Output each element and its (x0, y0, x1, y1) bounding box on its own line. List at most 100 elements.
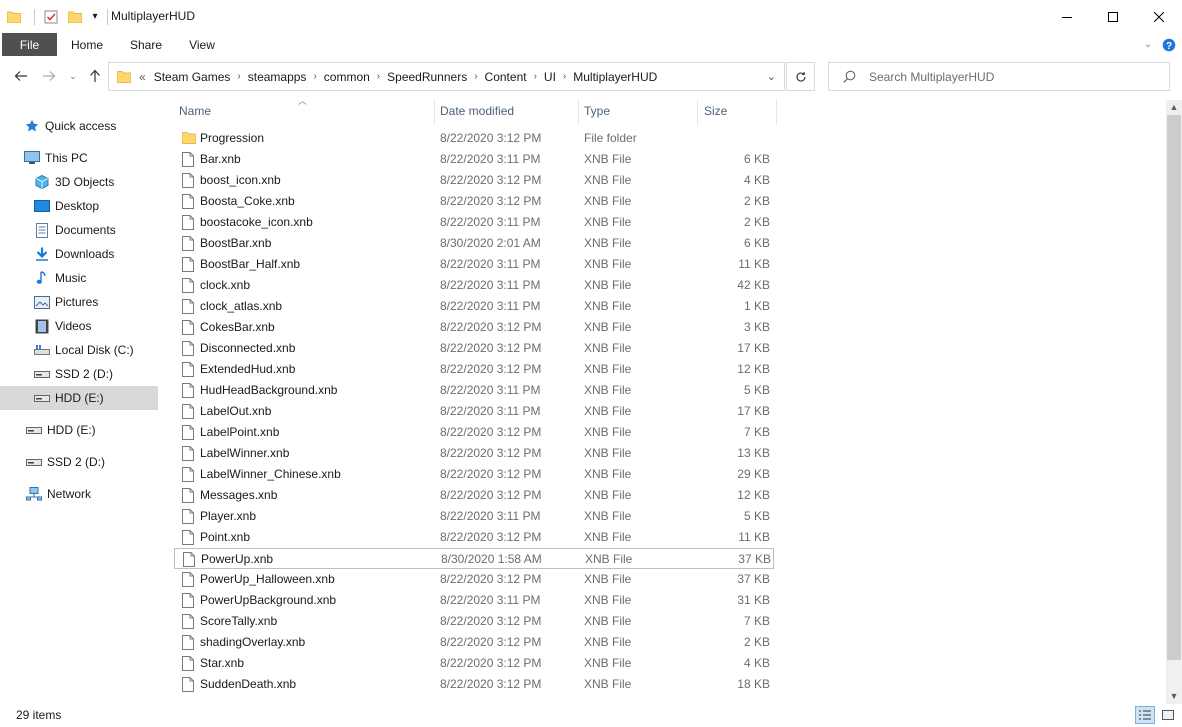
cube-icon (34, 174, 50, 190)
column-header-size[interactable]: Size (704, 100, 727, 122)
sidebar-item-this-pc[interactable]: This PC (0, 146, 158, 170)
help-icon[interactable]: ? (1160, 33, 1178, 56)
sidebar-item-3d-objects[interactable]: 3D Objects (0, 170, 158, 194)
list-item[interactable]: clock_atlas.xnb 8/22/2020 3:11 PM XNB File… (174, 296, 774, 317)
list-item[interactable]: Messages.xnb 8/22/2020 3:12 PM XNB File 12 … (174, 485, 774, 506)
new-folder-icon[interactable] (61, 0, 89, 33)
address-dropdown-icon[interactable]: ⌄ (767, 70, 776, 83)
search-box[interactable]: Search MultiplayerHUD (828, 62, 1170, 91)
forward-button[interactable] (38, 65, 60, 87)
network-icon (26, 486, 42, 502)
sidebar-item-ssd-2-d[interactable]: SSD 2 (D:) (0, 362, 158, 386)
list-item[interactable]: ExtendedHud.xnb 8/22/2020 3:12 PM XNB File… (174, 359, 774, 380)
list-item[interactable]: PowerUp_Halloween.xnb 8/22/2020 3:12 PM XN… (174, 569, 774, 590)
overflow-crumbs[interactable]: « (139, 70, 146, 84)
list-item[interactable]: HudHeadBackground.xnb 8/22/2020 3:11 PM XN… (174, 380, 774, 401)
close-button[interactable] (1136, 0, 1182, 33)
sidebar-item-desktop[interactable]: Desktop (0, 194, 158, 218)
refresh-button[interactable] (786, 62, 815, 91)
list-item[interactable]: Disconnected.xnb 8/22/2020 3:12 PM XNB Fil… (174, 338, 774, 359)
chevron-right-icon[interactable]: › (467, 71, 484, 82)
list-item[interactable]: PowerUpBackground.xnb 8/22/2020 3:11 PM XN… (174, 590, 774, 611)
breadcrumb-content[interactable]: Content (485, 70, 527, 84)
list-item[interactable]: Point.xnb 8/22/2020 3:12 PM XNB File 11 KB (174, 527, 774, 548)
list-item[interactable]: CokesBar.xnb 8/22/2020 3:12 PM XNB File 3 K… (174, 317, 774, 338)
column-header-name[interactable]: Name (179, 100, 211, 122)
chevron-right-icon[interactable]: › (306, 71, 323, 82)
column-header-date[interactable]: Date modified (440, 100, 514, 122)
scroll-down-icon[interactable]: ▼ (1166, 689, 1182, 703)
column-divider[interactable] (578, 100, 579, 125)
breadcrumb-common[interactable]: common (324, 70, 370, 84)
details-view-button[interactable] (1135, 706, 1155, 724)
scrollbar-thumb[interactable] (1167, 115, 1181, 660)
list-item[interactable]: shadingOverlay.xnb 8/22/2020 3:12 PM XNB F… (174, 632, 774, 653)
minimize-button[interactable] (1044, 0, 1090, 33)
list-item[interactable]: clock.xnb 8/22/2020 3:11 PM XNB File 42 KB (174, 275, 774, 296)
up-arrow-icon (90, 69, 100, 82)
list-item[interactable]: BoostBar_Half.xnb 8/22/2020 3:11 PM XNB Fi… (174, 254, 774, 275)
column-header-type[interactable]: Type (584, 100, 610, 122)
list-item[interactable]: LabelWinner_Chinese.xnb 8/22/2020 3:12 PM… (174, 464, 774, 485)
sidebar-item-downloads[interactable]: Downloads (0, 242, 158, 266)
list-item[interactable]: boostacoke_icon.xnb 8/22/2020 3:11 PM XNB … (174, 212, 774, 233)
customize-toolbar-icon[interactable]: ▾ (89, 0, 101, 33)
tab-view[interactable]: View (178, 33, 226, 56)
file-type: XNB File (584, 257, 632, 271)
sidebar-item-hdd-e[interactable]: HDD (E:) (0, 386, 158, 410)
breadcrumb-multiplayerhud[interactable]: MultiplayerHUD (573, 70, 657, 84)
file-size: 2 KB (743, 194, 770, 208)
sidebar-item-ssd-2-d[interactable]: SSD 2 (D:) (0, 450, 158, 474)
list-item[interactable]: Star.xnb 8/22/2020 3:12 PM XNB File 4 KB (174, 653, 774, 674)
file-type: XNB File (584, 383, 632, 397)
file-icon (182, 341, 194, 356)
sidebar-item-music[interactable]: Music (0, 266, 158, 290)
column-divider[interactable] (776, 100, 777, 125)
chevron-right-icon[interactable]: › (230, 71, 247, 82)
list-item[interactable]: Player.xnb 8/22/2020 3:11 PM XNB File 5 KB (174, 506, 774, 527)
folder-icon (0, 0, 28, 33)
tab-share[interactable]: Share (120, 33, 172, 56)
list-item[interactable]: SuddenDeath.xnb 8/22/2020 3:12 PM XNB File… (174, 674, 774, 695)
up-button[interactable] (84, 65, 106, 87)
breadcrumb-ui[interactable]: UI (544, 70, 556, 84)
back-button[interactable] (10, 65, 32, 87)
breadcrumb-steamapps[interactable]: steamapps (248, 70, 307, 84)
column-divider[interactable] (434, 100, 435, 125)
list-item[interactable]: Progression 8/22/2020 3:12 PM File folder (174, 128, 774, 149)
breadcrumb-speedrunners[interactable]: SpeedRunners (387, 70, 467, 84)
list-item[interactable]: LabelPoint.xnb 8/22/2020 3:12 PM XNB File 7… (174, 422, 774, 443)
maximize-button[interactable] (1090, 0, 1136, 33)
sidebar-item-hdd-e[interactable]: HDD (E:) (0, 418, 158, 442)
sidebar-item-pictures[interactable]: Pictures (0, 290, 158, 314)
list-item[interactable]: Boosta_Coke.xnb 8/22/2020 3:12 PM XNB File… (174, 191, 774, 212)
chevron-right-icon[interactable]: › (527, 71, 544, 82)
recent-locations-button[interactable]: ⌄ (62, 65, 84, 87)
list-item[interactable]: ScoreTally.xnb 8/22/2020 3:12 PM XNB File 7… (174, 611, 774, 632)
list-item[interactable]: PowerUp.xnb 8/30/2020 1:58 AM XNB File 37 K… (174, 548, 774, 569)
list-item[interactable]: Bar.xnb 8/22/2020 3:11 PM XNB File 6 KB (174, 149, 774, 170)
tab-home[interactable]: Home (62, 33, 112, 56)
sidebar-item-videos[interactable]: Videos (0, 314, 158, 338)
large-icons-view-button[interactable] (1158, 706, 1178, 724)
address-bar[interactable]: « Steam Games › steamapps › common › Spe… (108, 62, 785, 91)
sidebar-item-network[interactable]: Network (0, 482, 158, 506)
file-date: 8/22/2020 3:12 PM (440, 572, 542, 586)
chevron-right-icon[interactable]: › (370, 71, 387, 82)
list-item[interactable]: LabelWinner.xnb 8/22/2020 3:12 PM XNB File… (174, 443, 774, 464)
list-item[interactable]: LabelOut.xnb 8/22/2020 3:11 PM XNB File 17 … (174, 401, 774, 422)
scroll-up-icon[interactable]: ▲ (1166, 100, 1182, 114)
divider (107, 8, 108, 25)
list-item[interactable]: BoostBar.xnb 8/30/2020 2:01 AM XNB File 6 K… (174, 233, 774, 254)
sidebar-item-local-disk-c[interactable]: Local Disk (C:) (0, 338, 158, 362)
sidebar-item-quick-access[interactable]: Quick access (0, 114, 158, 138)
chevron-right-icon[interactable]: › (556, 71, 573, 82)
sidebar-item-documents[interactable]: Documents (0, 218, 158, 242)
drive-icon (26, 454, 42, 470)
expand-ribbon-icon[interactable]: ⌄ (1140, 33, 1156, 56)
tab-file[interactable]: File (2, 33, 57, 56)
properties-icon[interactable] (41, 0, 61, 33)
list-item[interactable]: boost_icon.xnb 8/22/2020 3:12 PM XNB File 4… (174, 170, 774, 191)
breadcrumb-steam-games[interactable]: Steam Games (154, 70, 231, 84)
column-divider[interactable] (697, 100, 698, 125)
